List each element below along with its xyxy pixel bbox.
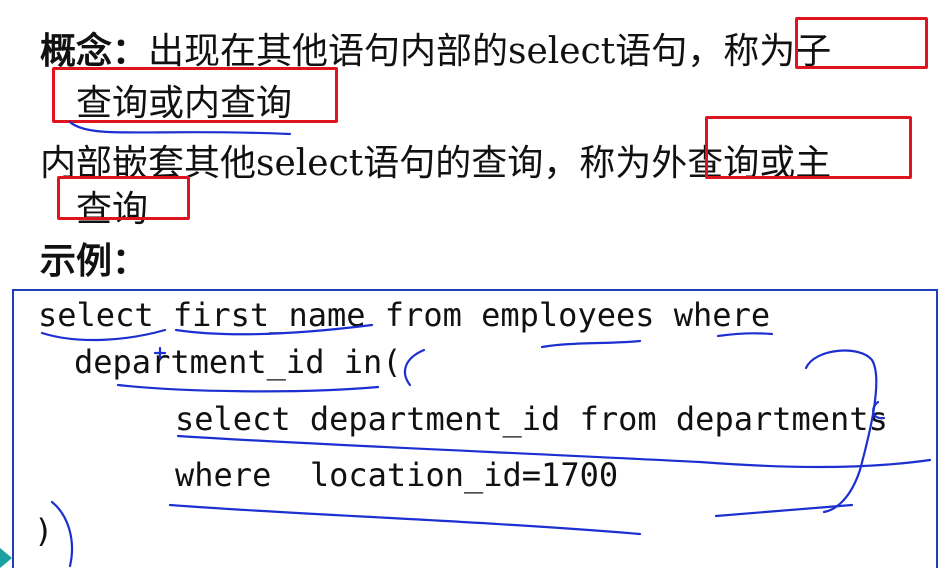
code-line-1: select first_name from employees where — [38, 296, 771, 334]
highlight-box-query — [57, 176, 190, 220]
code-line-2: department_id in( — [74, 343, 402, 381]
slide-corner-decoration — [0, 548, 12, 568]
highlight-box-subquery — [795, 17, 928, 69]
code-line-5: ) — [34, 512, 54, 550]
highlight-box-inner-query — [52, 67, 338, 123]
code-line-3: select department_id from departments — [175, 400, 888, 438]
example-label: 示例： — [40, 241, 149, 282]
concept-text: 出现在其他语句内部的select语句， — [148, 31, 724, 72]
highlight-box-outer-query — [705, 116, 912, 179]
code-line-4: where location_id=1700 — [175, 456, 619, 494]
concept-label: 概念： — [40, 31, 149, 72]
